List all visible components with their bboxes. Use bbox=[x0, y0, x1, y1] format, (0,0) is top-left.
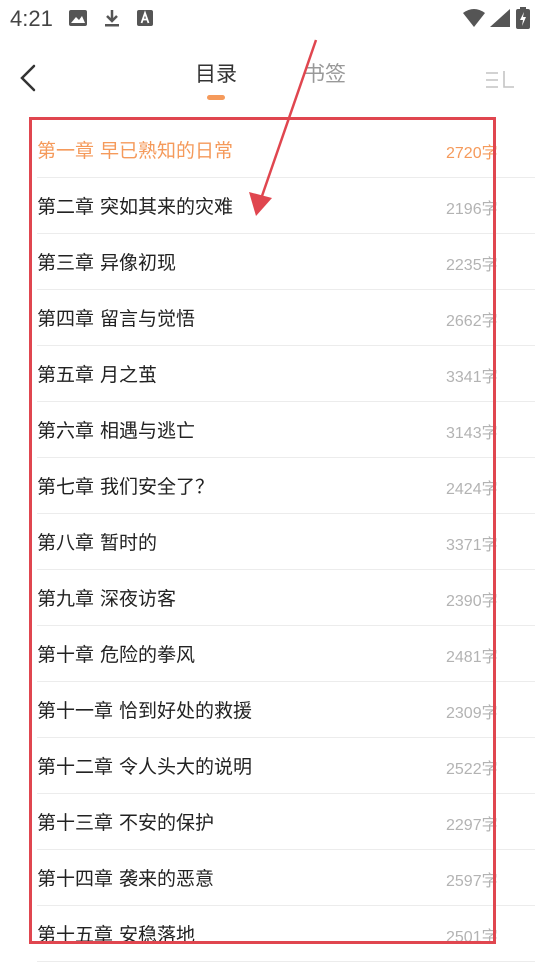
toc-header: 目录 书签 bbox=[0, 40, 540, 106]
chapter-title: 第七章 我们安全了？ bbox=[37, 476, 215, 498]
chapter-row[interactable]: 第十三章 不安的保护 2297字 bbox=[37, 794, 535, 850]
chapter-word-count: 2481字 bbox=[446, 649, 498, 666]
chapter-title: 第十五章 安稳落地 bbox=[37, 924, 196, 946]
tab-catalog[interactable]: 目录 bbox=[195, 58, 237, 88]
chapter-word-count: 2390字 bbox=[446, 593, 498, 610]
tab-bookmarks[interactable]: 书签 bbox=[304, 58, 346, 88]
battery-charging-icon bbox=[516, 7, 530, 29]
chapter-title: 第十四章 袭来的恶意 bbox=[37, 868, 215, 890]
chapter-title: 第八章 暂时的 bbox=[37, 532, 158, 554]
chapter-title: 第二章 突如其来的灾难 bbox=[37, 196, 234, 218]
chapter-row[interactable]: 第十四章 袭来的恶意 2597字 bbox=[37, 850, 535, 906]
chapter-word-count: 2501字 bbox=[446, 929, 498, 946]
chapter-row[interactable]: 第六章 相遇与逃亡 3143字 bbox=[37, 402, 535, 458]
chapter-word-count: 3371字 bbox=[446, 537, 498, 554]
chapter-title: 第四章 留言与觉悟 bbox=[37, 308, 196, 330]
chapter-title: 第十一章 恰到好处的救援 bbox=[37, 700, 253, 722]
chapter-title: 第三章 异像初现 bbox=[37, 252, 177, 274]
status-time: 4:21 bbox=[10, 6, 53, 31]
chapter-row[interactable]: 第九章 深夜访客 2390字 bbox=[37, 570, 535, 626]
chapter-title: 第九章 深夜访客 bbox=[37, 588, 177, 610]
tab-active-indicator bbox=[207, 95, 225, 100]
chapter-row[interactable]: 第十五章 安稳落地 2501字 bbox=[37, 906, 535, 962]
chapter-title: 第五章 月之茧 bbox=[37, 364, 158, 386]
chapter-title: 第十三章 不安的保护 bbox=[37, 812, 215, 834]
chapter-word-count: 2196字 bbox=[446, 201, 498, 218]
sort-list-icon bbox=[486, 71, 514, 88]
wifi-icon bbox=[463, 9, 485, 27]
chapter-row[interactable]: 第五章 月之茧 3341字 bbox=[37, 346, 535, 402]
chapter-word-count: 2662字 bbox=[446, 313, 498, 330]
chapter-title: 第十章 危险的拳风 bbox=[37, 644, 196, 666]
chapter-row[interactable]: 第十一章 恰到好处的救援 2309字 bbox=[37, 682, 535, 738]
chapter-row[interactable]: 第四章 留言与觉悟 2662字 bbox=[37, 290, 535, 346]
image-icon bbox=[69, 10, 87, 26]
chapter-row[interactable]: 第一章 早已熟知的日常 2720字 bbox=[37, 122, 535, 178]
chapter-row[interactable]: 第八章 暂时的 3371字 bbox=[37, 514, 535, 570]
chapter-word-count: 2522字 bbox=[446, 761, 498, 778]
a-badge-icon bbox=[137, 10, 153, 26]
sort-menu-button[interactable] bbox=[484, 68, 516, 92]
chapter-row[interactable]: 第七章 我们安全了？ 2424字 bbox=[37, 458, 535, 514]
chapter-row[interactable]: 第十二章 令人头大的说明 2522字 bbox=[37, 738, 535, 794]
chapter-title: 第六章 相遇与逃亡 bbox=[37, 420, 196, 442]
chapter-word-count: 2235字 bbox=[446, 257, 498, 274]
back-button[interactable] bbox=[8, 58, 48, 98]
chapter-word-count: 2424字 bbox=[446, 481, 498, 498]
chapter-row[interactable]: 第十章 危险的拳风 2481字 bbox=[37, 626, 535, 682]
download-icon bbox=[105, 10, 119, 27]
chapter-word-count: 2597字 bbox=[446, 873, 498, 890]
chapter-word-count: 3341字 bbox=[446, 369, 498, 386]
chapter-word-count: 2297字 bbox=[446, 817, 498, 834]
chapter-title: 第一章 早已熟知的日常 bbox=[37, 140, 234, 162]
chapter-title: 第十二章 令人头大的说明 bbox=[37, 756, 253, 778]
back-arrow-icon bbox=[20, 64, 36, 92]
chapter-word-count: 2720字 bbox=[446, 145, 498, 162]
chapter-list: 第一章 早已熟知的日常 2720字第二章 突如其来的灾难 2196字第三章 异像初现… bbox=[0, 122, 540, 962]
chapter-row[interactable]: 第三章 异像初现 2235字 bbox=[37, 234, 535, 290]
chapter-row[interactable]: 第二章 突如其来的灾难 2196字 bbox=[37, 178, 535, 234]
status-bar: 4:21 bbox=[0, 0, 540, 38]
chapter-word-count: 2309字 bbox=[446, 705, 498, 722]
chapter-word-count: 3143字 bbox=[446, 425, 498, 442]
signal-icon bbox=[490, 9, 510, 27]
